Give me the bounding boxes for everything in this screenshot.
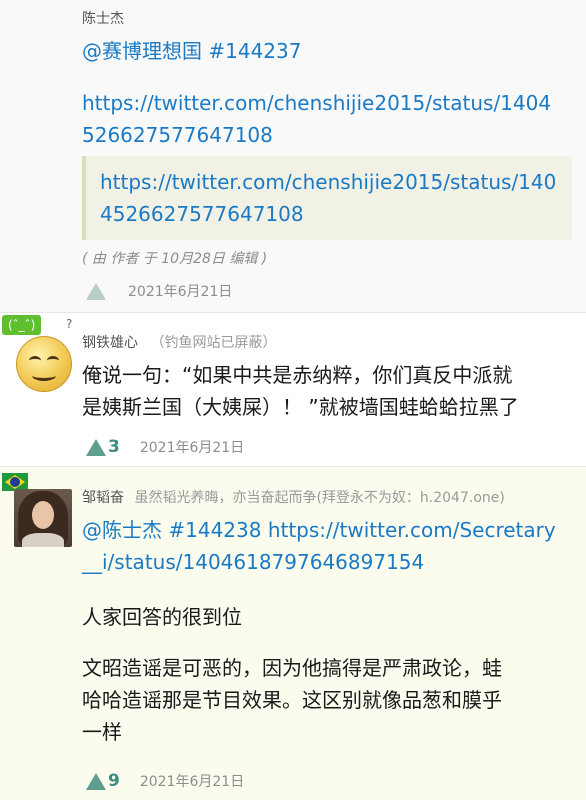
- post-date: 2021年6月21日: [139, 774, 245, 790]
- tweet-link-line-1[interactable]: https://twitter.com/chenshijie2015/statu…: [82, 87, 551, 119]
- comment-line: 哈哈造谣那是节目效果。这区别就像品葱和膜乎: [82, 688, 502, 712]
- author-name[interactable]: 邹韬奋: [82, 490, 124, 506]
- comment-paragraph: 文昭造谣是可恶的，因为他搞得是严肃政论，蛙 哈哈造谣那是节目效果。这区别就像品葱…: [82, 652, 502, 748]
- post-meta: 3 2021年6月21日: [86, 435, 244, 459]
- reply-reference-link[interactable]: #144238 https://twitter.com/Secretary: [168, 518, 555, 542]
- comment-body: @陈士杰 #144238 https://twitter.com/Secreta…: [82, 514, 556, 578]
- edited-note: ( 由 作者 于 10月28日 编辑 ): [82, 251, 268, 267]
- smiley-eye-icon: [29, 356, 41, 365]
- post-date: 2021年6月21日: [128, 284, 233, 300]
- author-note: （钓鱼网站已屏蔽）: [150, 335, 277, 351]
- upvote-icon[interactable]: [86, 772, 106, 790]
- comment-line: 是姨斯兰国（大姨屎）！ ”就被墙国蛙蛤蛤拉黑了: [82, 395, 519, 419]
- comment-line: 文昭造谣是可恶的，因为他搞得是严肃政论，蛙: [82, 656, 502, 680]
- avatar[interactable]: [14, 489, 72, 547]
- quote-link-line-1[interactable]: https://twitter.com/chenshijie2015/statu…: [100, 166, 572, 198]
- tweet-link-line-2[interactable]: 526627577647108: [82, 119, 551, 151]
- comment-body: 俺说一句：“如果中共是赤纳粹，你们真反中派就 是姨斯兰国（大姨屎）！ ”就被墙国…: [82, 359, 519, 423]
- comment-paragraph: 人家回答的很到位: [82, 605, 242, 629]
- comment-post-3: 邹韬奋 虽然韬光养晦，亦当奋起而争(拜登永不为奴：h.2047.one) @陈士…: [0, 466, 586, 800]
- avatar[interactable]: [16, 336, 72, 392]
- upvote-icon[interactable]: [86, 438, 106, 456]
- quote-block[interactable]: https://twitter.com/chenshijie2015/statu…: [82, 156, 572, 240]
- author-line: 钢铁雄心 （钓鱼网站已屏蔽）: [82, 332, 276, 352]
- vote-count: 3: [108, 437, 120, 457]
- post-meta: 9 2021年6月21日: [86, 769, 244, 793]
- tweet-link-line-2[interactable]: __i/status/1404618797646897154: [82, 546, 556, 578]
- mention-link[interactable]: @赛博理想国: [82, 39, 202, 63]
- mention-link[interactable]: @陈士杰: [82, 518, 162, 542]
- comment-post-1: 陈士杰 @赛博理想国 #144237 https://twitter.com/c…: [0, 0, 586, 312]
- avatar-emoticon-badge: (ˆ_ˆ): [2, 315, 42, 335]
- tweet-link[interactable]: https://twitter.com/chenshijie2015/statu…: [82, 87, 551, 151]
- post-date: 2021年6月21日: [139, 440, 245, 456]
- author-line: 邹韬奋 虽然韬光养晦，亦当奋起而争(拜登永不为奴：h.2047.one): [82, 487, 505, 507]
- author-name[interactable]: 钢铁雄心: [82, 335, 138, 351]
- upvote-icon[interactable]: [86, 282, 106, 300]
- post-meta: 2021年6月21日: [86, 279, 232, 303]
- author-name[interactable]: 陈士杰: [82, 8, 124, 28]
- vote-count: 9: [108, 771, 120, 791]
- comment-post-2: (ˆ_ˆ) ? 钢铁雄心 （钓鱼网站已屏蔽） 俺说一句：“如果中共是赤纳粹，你们…: [0, 312, 586, 466]
- avatar-badge-mark: ?: [66, 317, 73, 331]
- comment-body: @赛博理想国 #144237: [82, 35, 301, 67]
- smiley-mouth-icon: [32, 370, 56, 381]
- author-signature: 虽然韬光养晦，亦当奋起而争(拜登永不为奴：h.2047.one): [134, 490, 505, 506]
- comment-line: 一样: [82, 720, 122, 744]
- smiley-eye-icon: [47, 356, 59, 365]
- post-reference-link[interactable]: #144237: [208, 39, 301, 63]
- quote-link-line-2[interactable]: 4526627577647108: [100, 198, 572, 230]
- comment-line: 俺说一句：“如果中共是赤纳粹，你们真反中派就: [82, 363, 513, 387]
